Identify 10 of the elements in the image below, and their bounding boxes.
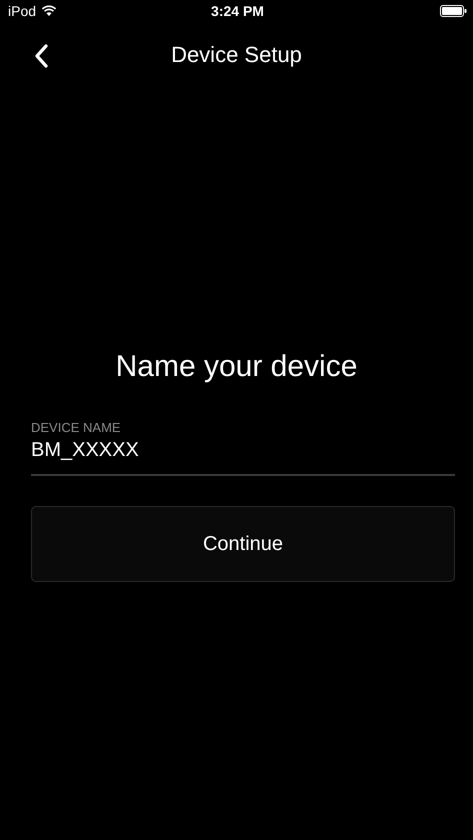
- heading: Name your device: [116, 350, 358, 384]
- field-label: DEVICE NAME: [31, 420, 122, 435]
- wifi-icon: [41, 5, 58, 17]
- device-name-field[interactable]: BM_XXXXX: [31, 439, 455, 462]
- battery-icon: [440, 5, 467, 17]
- status-time: 3:24 PM: [211, 3, 264, 19]
- back-icon: [34, 44, 48, 68]
- continue-button[interactable]: Continue: [31, 506, 455, 582]
- carrier-label: iPod: [8, 3, 36, 19]
- nav-title: Device Setup: [171, 42, 302, 68]
